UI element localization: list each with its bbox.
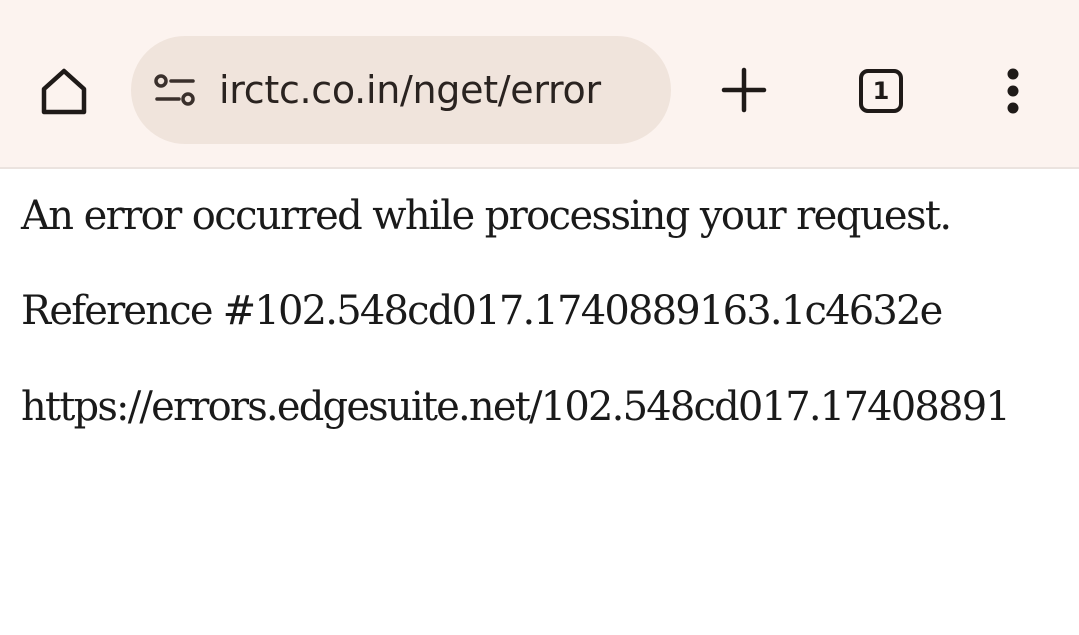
error-message: An error occurred while processing your … bbox=[21, 193, 952, 239]
plus-icon bbox=[721, 67, 767, 113]
more-menu-button[interactable] bbox=[990, 58, 1036, 124]
error-link-text: https://errors.edgesuite.net/102.548cd01… bbox=[21, 384, 1011, 430]
tune-icon bbox=[154, 74, 195, 106]
page-content: An error occurred while processing your … bbox=[0, 169, 1079, 635]
tab-switcher-icon: 1 bbox=[859, 69, 903, 113]
more-vert-icon bbox=[1007, 68, 1019, 114]
browser-toolbar: irctc.co.in/nget/error 1 bbox=[0, 0, 1079, 169]
site-info-button[interactable] bbox=[153, 72, 197, 108]
url-text: irctc.co.in/nget/error bbox=[219, 68, 601, 112]
tab-count: 1 bbox=[872, 77, 890, 105]
tab-switcher-button[interactable]: 1 bbox=[848, 58, 914, 124]
address-bar[interactable]: irctc.co.in/nget/error bbox=[131, 36, 671, 144]
reference-text: Reference #102.548cd017.1740889163.1c463… bbox=[21, 288, 943, 334]
home-button[interactable] bbox=[30, 60, 98, 122]
new-tab-button[interactable] bbox=[712, 58, 776, 122]
home-icon bbox=[41, 68, 87, 115]
